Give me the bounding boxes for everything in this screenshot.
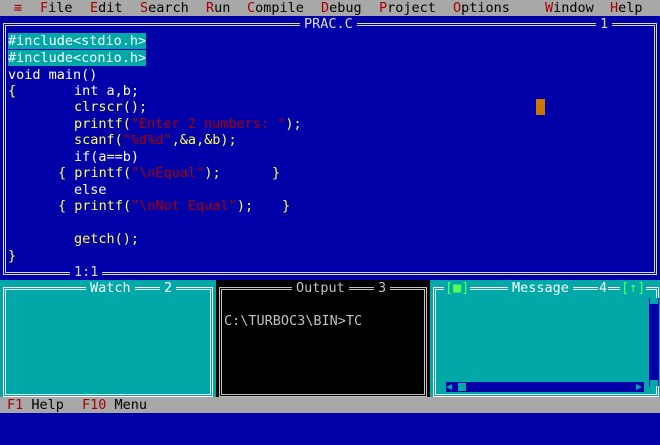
menu-project-label: roject [387,0,436,16]
menu-edit-hotkey: E [90,0,99,16]
code-line-6-call: printf( [74,116,131,132]
code-line-4-brace: { [8,83,17,99]
menu-help-label: elp [618,0,643,16]
code-line-5: clrscr(); [74,99,148,115]
menu-project-hotkey: P [379,0,388,16]
output-window-number: 3 [374,281,391,295]
menu-options-hotkey: O [453,0,462,16]
watch-frame [3,287,213,397]
scroll-up-arrow-icon[interactable] [650,298,658,304]
code-line-6-string: "Enter 2 numbers: " [130,116,286,132]
menu-window[interactable]: Window [545,0,594,16]
menu-debug-hotkey: D [321,0,330,16]
code-line-2: #include<conio.h> [8,50,147,66]
menu-edit-label: dit [98,0,123,16]
code-line-9-string: "\nEqual" [131,165,205,181]
menu-search-hotkey: S [140,0,149,16]
status-menu-label: Menu [114,397,148,413]
output-window[interactable]: Output 3 C:\TURBOC3\BIN>TC [216,280,430,397]
code-line-13: } [8,248,17,264]
code-line-7-string: "%d%d" [122,132,172,148]
menu-compile[interactable]: Compile [247,0,304,16]
message-window-number: 4 [598,280,609,296]
editor-title: PRAC.C [300,17,357,31]
watch-window-number: 2 [160,281,177,295]
menu-run[interactable]: Run [206,0,230,16]
message-zoom-button[interactable]: [↑] [620,281,647,295]
message-horizontal-scrollbar[interactable] [446,382,644,392]
message-vertical-scrollbar[interactable] [649,298,659,386]
editor-cursor-position: 1:1 [70,265,103,279]
code-line-8: if(a==b) [74,149,140,165]
scroll-down-arrow-icon[interactable] [650,380,658,386]
message-close-button[interactable]: [■] [444,281,471,295]
status-help-label: Help [31,397,64,413]
status-help-key: F1 [7,397,24,413]
status-menu-key: F10 [82,397,107,413]
output-title: Output [292,281,349,295]
menu-file-hotkey: F [40,0,49,16]
menu-compile-hotkey: C [247,0,256,16]
code-line-11-string: "\nNot Equal" [131,198,237,214]
menu-bar: ≡ File Edit Search Run Compile Debug Pro… [0,0,660,16]
code-line-11-brace: } [282,198,291,214]
menu-file[interactable]: File [40,0,73,16]
menu-search[interactable]: Search [140,0,189,16]
code-line-1: #include<stdio.h> [8,33,147,49]
scroll-thumb[interactable] [458,383,466,391]
code-line-6-end: ); [285,116,302,132]
menu-search-label: earch [148,0,189,16]
status-help[interactable]: F1 Help [7,397,64,413]
editor-window[interactable]: [■] PRAC.C 1 1:1 #include<stdio.h> #incl… [0,16,660,280]
menu-compile-label: ompile [255,0,304,16]
menu-project[interactable]: Project [379,0,436,16]
text-cursor [536,99,545,115]
code-line-12: getch(); [74,231,140,247]
menu-run-hotkey: R [206,0,215,16]
message-frame [433,287,659,397]
status-bar: F1 Help F10 Menu [0,397,660,413]
code-line-9-end: ); [204,165,221,181]
code-line-10: else [74,182,107,198]
code-line-7-end: ,&a,&b); [171,132,237,148]
code-line-11-end: ); [236,198,254,214]
watch-title: Watch [86,281,135,295]
code-line-9-brace: } [272,165,281,181]
message-window[interactable]: [■] Message 4 [↑] [430,280,660,397]
menu-help-hotkey: H [610,0,619,16]
menu-help[interactable]: Help [610,0,643,16]
editor-window-number: 1 [596,17,613,31]
status-menu[interactable]: F10 Menu [82,397,147,413]
code-line-11-call: { printf( [58,198,132,214]
menu-options[interactable]: Options [453,0,510,16]
menu-edit[interactable]: Edit [90,0,123,16]
menu-debug[interactable]: Debug [321,0,362,16]
scroll-left-arrow-icon[interactable] [446,384,452,390]
code-line-4: int a,b; [74,83,140,99]
system-menu-icon[interactable]: ≡ [14,0,22,16]
output-text: C:\TURBOC3\BIN>TC [224,313,363,329]
menu-options-label: ptions [461,0,510,16]
code-line-3: void main() [8,67,98,83]
scroll-right-arrow-icon[interactable] [636,384,642,390]
code-line-7-call: scanf( [74,132,123,148]
output-frame [219,287,427,397]
menu-run-label: un [214,0,231,16]
watch-window[interactable]: Watch 2 [0,280,216,397]
menu-window-hotkey: W [545,0,554,16]
menu-debug-label: ebug [329,0,362,16]
message-title: Message [508,281,573,295]
code-line-9-call: { printf( [58,165,132,181]
menu-window-label: indow [553,0,594,16]
menu-file-label: ile [48,0,73,16]
